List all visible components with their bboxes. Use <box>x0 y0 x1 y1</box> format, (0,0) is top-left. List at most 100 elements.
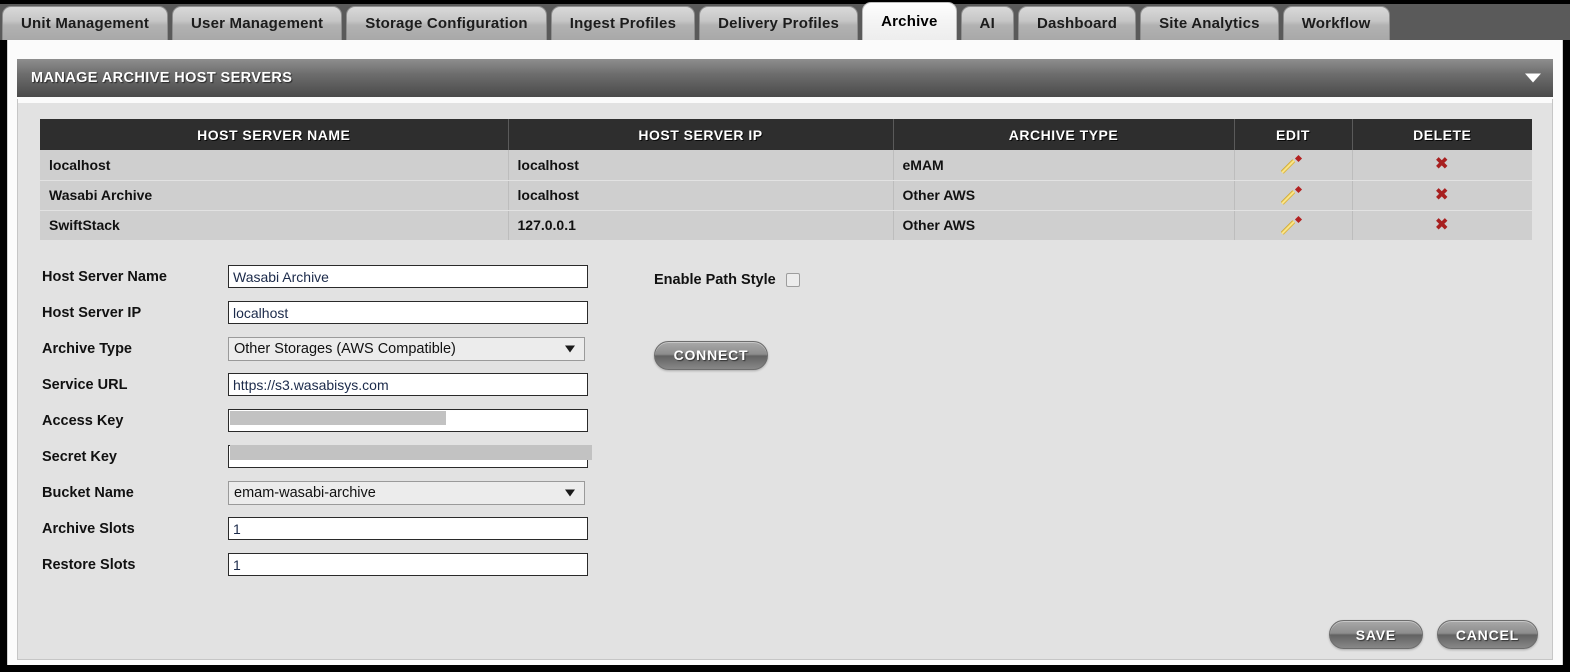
tab-label: User Management <box>191 15 324 32</box>
page-title: MANAGE ARCHIVE HOST SERVERS <box>31 70 293 86</box>
service-url-input[interactable] <box>228 373 588 396</box>
label-archive-slots: Archive Slots <box>42 520 135 537</box>
tab-ingest-profiles[interactable]: Ingest Profiles <box>550 6 696 40</box>
secret-key-input[interactable] <box>228 445 588 468</box>
field-row-host-server-ip: Host Server IP <box>40 295 1534 331</box>
cell-edit[interactable] <box>1234 210 1353 241</box>
tab-site-analytics[interactable]: Site Analytics <box>1140 6 1279 40</box>
label-host-server-name: Host Server Name <box>42 268 167 285</box>
panel-header: MANAGE ARCHIVE HOST SERVERS <box>17 59 1553 97</box>
tab-label: Archive <box>881 13 938 30</box>
x-icon[interactable]: ✖ <box>1435 156 1449 173</box>
field-row-bucket-name: Bucket Name emam-wasabi-archive <box>40 475 1534 511</box>
tab-workflow[interactable]: Workflow <box>1282 6 1390 40</box>
connect-button-label: CONNECT <box>673 347 749 363</box>
table-header-row: HOST SERVER NAME HOST SERVER IP ARCHIVE … <box>40 119 1532 150</box>
tab-label: Workflow <box>1301 15 1371 32</box>
tab-dashboard[interactable]: Dashboard <box>1017 6 1137 40</box>
chevron-down-icon[interactable] <box>1525 73 1541 83</box>
label-host-server-ip: Host Server IP <box>42 304 142 321</box>
cell-delete[interactable]: ✖ <box>1352 210 1532 241</box>
enable-path-style-checkbox[interactable] <box>785 272 800 287</box>
cancel-button[interactable]: CANCEL <box>1436 620 1538 649</box>
archive-host-server-form: Host Server Name Host Server IP Archive … <box>40 259 1534 583</box>
cell-edit[interactable] <box>1234 180 1353 211</box>
column-header-archive-type: ARCHIVE TYPE <box>893 119 1235 150</box>
cell-host-server-name: SwiftStack <box>40 210 509 241</box>
label-archive-type: Archive Type <box>42 340 132 357</box>
table-row[interactable]: SwiftStack 127.0.0.1 Other AWS ✖ <box>40 210 1532 241</box>
table-row[interactable]: localhost localhost eMAM ✖ <box>40 150 1532 181</box>
pencil-icon[interactable] <box>1285 218 1301 234</box>
cell-archive-type: Other AWS <box>893 210 1235 241</box>
cell-host-server-name: Wasabi Archive <box>40 180 509 211</box>
archive-slots-input[interactable] <box>228 517 588 540</box>
label-access-key: Access Key <box>42 412 124 429</box>
tab-unit-management[interactable]: Unit Management <box>2 6 169 40</box>
column-header-delete: DELETE <box>1352 119 1532 150</box>
tab-label: Ingest Profiles <box>569 15 677 32</box>
manage-archive-host-servers-panel: MANAGE ARCHIVE HOST SERVERS HOST SERVER … <box>17 59 1553 660</box>
x-icon[interactable]: ✖ <box>1435 216 1449 234</box>
field-row-service-url: Service URL <box>40 367 1534 403</box>
column-header-edit: EDIT <box>1234 119 1353 150</box>
cell-archive-type: Other AWS <box>893 180 1235 211</box>
enable-path-style-row: Enable Path Style <box>654 272 800 288</box>
field-row-restore-slots: Restore Slots <box>40 547 1534 583</box>
tab-label: Unit Management <box>21 15 150 32</box>
tab-label: Site Analytics <box>1159 15 1260 32</box>
tab-delivery-profiles[interactable]: Delivery Profiles <box>699 6 859 40</box>
tab-label: Dashboard <box>1036 15 1118 32</box>
table-row[interactable]: Wasabi Archive localhost Other AWS ✖ <box>40 180 1532 211</box>
access-key-input[interactable] <box>228 409 588 432</box>
save-button[interactable]: SAVE <box>1328 620 1423 649</box>
label-restore-slots: Restore Slots <box>42 556 136 573</box>
cell-edit[interactable] <box>1234 150 1353 181</box>
field-row-access-key: Access Key <box>40 403 1534 439</box>
archive-type-select[interactable]: Other Storages (AWS Compatible) <box>228 336 585 361</box>
field-row-archive-slots: Archive Slots <box>40 511 1534 547</box>
pencil-icon[interactable] <box>1285 157 1301 173</box>
field-row-secret-key: Secret Key <box>40 439 1534 475</box>
application-window: Unit Management User Management Storage … <box>0 0 1570 672</box>
cell-delete[interactable]: ✖ <box>1352 150 1532 181</box>
chevron-down-icon <box>565 489 575 496</box>
cell-host-server-ip: 127.0.0.1 <box>508 210 894 241</box>
cell-host-server-ip: localhost <box>508 150 894 181</box>
cell-delete[interactable]: ✖ <box>1352 180 1532 211</box>
tab-label: Storage Configuration <box>365 15 528 32</box>
main-tabbar: Unit Management User Management Storage … <box>0 0 1570 40</box>
tab-label: AI <box>979 15 995 32</box>
archive-type-value: Other Storages (AWS Compatible) <box>234 340 456 357</box>
field-row-archive-type: Archive Type Other Storages (AWS Compati… <box>40 331 1534 367</box>
bucket-name-select[interactable]: emam-wasabi-archive <box>228 480 585 505</box>
connect-button[interactable]: CONNECT <box>654 340 768 370</box>
panel-body: HOST SERVER NAME HOST SERVER IP ARCHIVE … <box>17 98 1553 660</box>
save-button-label: SAVE <box>1355 626 1396 643</box>
label-enable-path-style: Enable Path Style <box>654 271 776 288</box>
x-icon[interactable]: ✖ <box>1435 186 1449 204</box>
tab-archive[interactable]: Archive <box>862 2 957 40</box>
page-content: MANAGE ARCHIVE HOST SERVERS HOST SERVER … <box>7 40 1563 665</box>
archive-host-servers-table: HOST SERVER NAME HOST SERVER IP ARCHIVE … <box>40 119 1532 241</box>
bucket-name-value: emam-wasabi-archive <box>234 484 376 501</box>
host-server-ip-input[interactable] <box>228 301 588 324</box>
cancel-button-label: CANCEL <box>1455 626 1519 643</box>
label-service-url: Service URL <box>42 376 128 393</box>
label-secret-key: Secret Key <box>42 448 117 465</box>
form-action-buttons: SAVE CANCEL <box>1328 620 1538 649</box>
host-server-name-input[interactable] <box>228 265 588 288</box>
restore-slots-input[interactable] <box>228 553 588 576</box>
cell-host-server-name: localhost <box>40 150 509 181</box>
cell-archive-type: eMAM <box>893 150 1235 181</box>
tab-ai[interactable]: AI <box>960 6 1014 40</box>
column-header-host-server-name: HOST SERVER NAME <box>40 119 509 150</box>
tab-storage-configuration[interactable]: Storage Configuration <box>346 6 547 40</box>
tab-user-management[interactable]: User Management <box>172 6 343 40</box>
tab-label: Delivery Profiles <box>718 15 840 32</box>
chevron-down-icon <box>565 345 575 352</box>
label-bucket-name: Bucket Name <box>42 484 134 501</box>
pencil-icon[interactable] <box>1285 188 1301 204</box>
cell-host-server-ip: localhost <box>508 180 894 211</box>
column-header-host-server-ip: HOST SERVER IP <box>508 119 894 150</box>
